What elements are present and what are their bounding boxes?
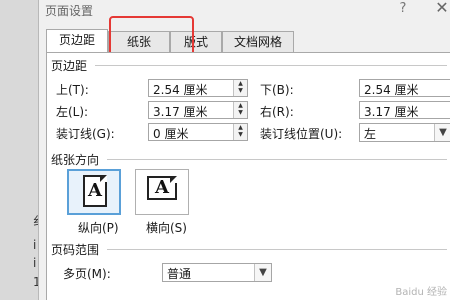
- left-margin-label: 左(L):: [56, 105, 89, 119]
- margins-panel: 页边距 上(T): 2.54 厘米 ▲ ▼ 下(B): 2.54 厘米 左(L):…: [46, 52, 450, 300]
- right-margin-spinner[interactable]: 3.17 厘米: [359, 101, 450, 119]
- multiple-pages-value[interactable]: 普通: [167, 265, 191, 282]
- tab-paper[interactable]: 纸张: [108, 31, 170, 53]
- landscape-label[interactable]: 横向(S): [146, 219, 187, 236]
- portrait-page-icon[interactable]: A: [83, 175, 107, 207]
- portrait-button[interactable]: A: [67, 169, 121, 215]
- right-margin-value[interactable]: 3.17 厘米: [364, 103, 419, 120]
- page-corner-icon: [100, 175, 107, 182]
- chevron-down-icon[interactable]: ▼: [434, 124, 450, 141]
- portrait-label[interactable]: 纵向(P): [78, 219, 119, 236]
- left-margin-value[interactable]: 3.17 厘米: [153, 103, 208, 120]
- top-margin-value[interactable]: 2.54 厘米: [153, 81, 208, 98]
- dialog-titlebar: 页面设置 ? ✕: [39, 0, 450, 22]
- landscape-button[interactable]: A: [135, 169, 189, 215]
- multiple-pages-select[interactable]: 普通 ▼: [162, 263, 272, 282]
- gutter-position-select[interactable]: 左 ▼: [359, 123, 450, 142]
- tab-margins[interactable]: 页边距: [46, 29, 108, 53]
- background-glyph: i: [33, 238, 37, 252]
- close-button[interactable]: ✕: [433, 0, 450, 20]
- left-margin-spinner[interactable]: 3.17 厘米 ▲ ▼: [148, 101, 248, 119]
- landscape-page-icon[interactable]: A: [147, 176, 177, 200]
- right-margin-label: 右(R):: [260, 105, 294, 119]
- dialog-title: 页面设置: [45, 4, 94, 18]
- section-divider: [107, 159, 447, 160]
- tab-document-grid[interactable]: 文档网格: [222, 31, 294, 53]
- multiple-pages-label: 多页(M):: [63, 267, 111, 281]
- section-divider: [95, 65, 447, 66]
- orientation-section-title: 纸张方向: [51, 153, 100, 167]
- gutter-label: 装订线(G):: [56, 127, 115, 141]
- bottom-margin-label: 下(B):: [260, 83, 294, 97]
- background-glyph: i: [33, 256, 37, 270]
- bottom-margin-value[interactable]: 2.54 厘米: [364, 81, 419, 98]
- watermark: Baidu 经验: [395, 287, 447, 298]
- tab-layout[interactable]: 版式: [170, 31, 222, 53]
- gutter-spinner[interactable]: 0 厘米 ▲ ▼: [148, 123, 248, 141]
- page-letter: A: [155, 177, 169, 198]
- bottom-margin-spinner[interactable]: 2.54 厘米: [359, 79, 450, 97]
- spinner-arrows-icon[interactable]: ▲ ▼: [233, 80, 247, 96]
- background-document: 纟 i i 1: [0, 0, 45, 300]
- margins-section-title: 页边距: [51, 59, 88, 73]
- top-margin-label: 上(T):: [56, 83, 89, 97]
- top-margin-spinner[interactable]: 2.54 厘米 ▲ ▼: [148, 79, 248, 97]
- gutter-value[interactable]: 0 厘米: [153, 125, 188, 142]
- pages-section-title: 页码范围: [51, 243, 100, 257]
- gutter-position-label: 装订线位置(U):: [260, 127, 343, 141]
- gutter-position-value[interactable]: 左: [364, 125, 376, 142]
- chevron-down-icon[interactable]: ▼: [254, 264, 271, 281]
- page-letter: A: [88, 180, 102, 201]
- spinner-arrows-icon[interactable]: ▲ ▼: [233, 102, 247, 118]
- page-corner-icon: [170, 176, 177, 183]
- spinner-arrows-icon[interactable]: ▲ ▼: [233, 124, 247, 140]
- page-setup-dialog: 页面设置 ? ✕ 页边距 纸张 版式 文档网格 页边距 上(T): 2.54 厘…: [38, 0, 450, 300]
- help-button[interactable]: ?: [395, 1, 411, 19]
- section-divider: [107, 249, 447, 250]
